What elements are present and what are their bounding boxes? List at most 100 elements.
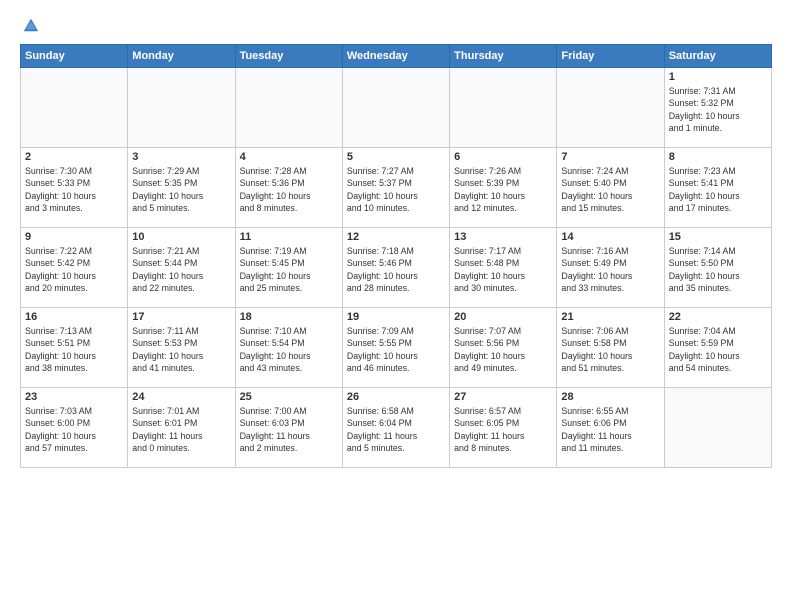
header [20,16,772,34]
day-info: Sunrise: 7:07 AM Sunset: 5:56 PM Dayligh… [454,325,552,374]
day-number: 28 [561,391,659,403]
page: SundayMondayTuesdayWednesdayThursdayFrid… [0,0,792,478]
day-number: 23 [25,391,123,403]
day-info: Sunrise: 7:13 AM Sunset: 5:51 PM Dayligh… [25,325,123,374]
day-number: 26 [347,391,445,403]
calendar-cell: 17 Sunrise: 7:11 AM Sunset: 5:53 PM Dayli… [128,308,235,388]
calendar-cell: 8 Sunrise: 7:23 AM Sunset: 5:41 PM Daylig… [664,148,771,228]
day-info: Sunrise: 6:58 AM Sunset: 6:04 PM Dayligh… [347,405,445,454]
day-info: Sunrise: 7:17 AM Sunset: 5:48 PM Dayligh… [454,245,552,294]
calendar-cell: 13 Sunrise: 7:17 AM Sunset: 5:48 PM Dayli… [450,228,557,308]
calendar-cell: 9 Sunrise: 7:22 AM Sunset: 5:42 PM Daylig… [21,228,128,308]
calendar-cell: 3Sunrise: 7:29 AM Sunset: 5:35 PM Daylig… [128,148,235,228]
day-number: 11 [240,231,338,243]
day-info: Sunrise: 7:03 AM Sunset: 6:00 PM Dayligh… [25,405,123,454]
day-info: Sunrise: 7:22 AM Sunset: 5:42 PM Dayligh… [25,245,123,294]
calendar-cell: 22 Sunrise: 7:04 AM Sunset: 5:59 PM Dayli… [664,308,771,388]
day-info: Sunrise: 7:30 AM Sunset: 5:33 PM Dayligh… [25,165,123,214]
calendar-cell: 26 Sunrise: 6:58 AM Sunset: 6:04 PM Dayli… [342,388,449,468]
calendar-cell: 25 Sunrise: 7:00 AM Sunset: 6:03 PM Dayli… [235,388,342,468]
day-number: 7 [561,151,659,163]
weekday-wednesday: Wednesday [342,45,449,68]
day-number: 16 [25,311,123,323]
calendar-cell [450,68,557,148]
day-number: 2 [25,151,123,163]
calendar-cell: 15 Sunrise: 7:14 AM Sunset: 5:50 PM Dayli… [664,228,771,308]
day-number: 17 [132,311,230,323]
day-info: Sunrise: 7:04 AM Sunset: 5:59 PM Dayligh… [669,325,767,374]
day-info: Sunrise: 7:21 AM Sunset: 5:44 PM Dayligh… [132,245,230,294]
calendar-cell: 6 Sunrise: 7:26 AM Sunset: 5:39 PM Daylig… [450,148,557,228]
logo [20,16,40,34]
calendar-cell [235,68,342,148]
day-info: Sunrise: 7:00 AM Sunset: 6:03 PM Dayligh… [240,405,338,454]
week-row-0: 1 Sunrise: 7:31 AM Sunset: 5:32 PM Daylig… [21,68,772,148]
day-info: Sunrise: 7:06 AM Sunset: 5:58 PM Dayligh… [561,325,659,374]
weekday-friday: Friday [557,45,664,68]
day-number: 15 [669,231,767,243]
day-number: 3 [132,151,230,163]
day-number: 14 [561,231,659,243]
day-number: 10 [132,231,230,243]
calendar-cell [664,388,771,468]
calendar-cell: 2 Sunrise: 7:30 AM Sunset: 5:33 PM Daylig… [21,148,128,228]
calendar-cell: 19Sunrise: 7:09 AM Sunset: 5:55 PM Dayli… [342,308,449,388]
calendar-cell [342,68,449,148]
week-row-2: 9 Sunrise: 7:22 AM Sunset: 5:42 PM Daylig… [21,228,772,308]
day-number: 1 [669,71,767,83]
day-info: Sunrise: 7:10 AM Sunset: 5:54 PM Dayligh… [240,325,338,374]
day-info: Sunrise: 7:11 AM Sunset: 5:53 PM Dayligh… [132,325,230,374]
calendar-cell: 18 Sunrise: 7:10 AM Sunset: 5:54 PM Dayli… [235,308,342,388]
day-number: 27 [454,391,552,403]
weekday-thursday: Thursday [450,45,557,68]
day-info: Sunrise: 6:55 AM Sunset: 6:06 PM Dayligh… [561,405,659,454]
day-number: 12 [347,231,445,243]
day-number: 25 [240,391,338,403]
day-info: Sunrise: 7:28 AM Sunset: 5:36 PM Dayligh… [240,165,338,214]
logo-icon [22,16,40,34]
calendar-cell: 11 Sunrise: 7:19 AM Sunset: 5:45 PM Dayli… [235,228,342,308]
day-number: 22 [669,311,767,323]
day-info: Sunrise: 7:27 AM Sunset: 5:37 PM Dayligh… [347,165,445,214]
calendar-cell [21,68,128,148]
day-info: Sunrise: 7:16 AM Sunset: 5:49 PM Dayligh… [561,245,659,294]
weekday-monday: Monday [128,45,235,68]
day-number: 20 [454,311,552,323]
day-number: 5 [347,151,445,163]
day-number: 4 [240,151,338,163]
day-info: Sunrise: 7:19 AM Sunset: 5:45 PM Dayligh… [240,245,338,294]
weekday-tuesday: Tuesday [235,45,342,68]
day-number: 8 [669,151,767,163]
calendar-cell: 21 Sunrise: 7:06 AM Sunset: 5:58 PM Dayli… [557,308,664,388]
day-info: Sunrise: 7:01 AM Sunset: 6:01 PM Dayligh… [132,405,230,454]
calendar-cell: 12 Sunrise: 7:18 AM Sunset: 5:46 PM Dayli… [342,228,449,308]
day-number: 6 [454,151,552,163]
calendar-cell: 1 Sunrise: 7:31 AM Sunset: 5:32 PM Daylig… [664,68,771,148]
calendar-cell: 16 Sunrise: 7:13 AM Sunset: 5:51 PM Dayli… [21,308,128,388]
calendar-cell: 4 Sunrise: 7:28 AM Sunset: 5:36 PM Daylig… [235,148,342,228]
day-info: Sunrise: 7:23 AM Sunset: 5:41 PM Dayligh… [669,165,767,214]
day-number: 18 [240,311,338,323]
day-info: Sunrise: 7:31 AM Sunset: 5:32 PM Dayligh… [669,85,767,134]
day-number: 13 [454,231,552,243]
calendar-cell: 24Sunrise: 7:01 AM Sunset: 6:01 PM Dayli… [128,388,235,468]
weekday-header-row: SundayMondayTuesdayWednesdayThursdayFrid… [21,45,772,68]
day-info: Sunrise: 7:18 AM Sunset: 5:46 PM Dayligh… [347,245,445,294]
week-row-1: 2 Sunrise: 7:30 AM Sunset: 5:33 PM Daylig… [21,148,772,228]
calendar-cell: 23 Sunrise: 7:03 AM Sunset: 6:00 PM Dayli… [21,388,128,468]
day-info: Sunrise: 7:26 AM Sunset: 5:39 PM Dayligh… [454,165,552,214]
weekday-sunday: Sunday [21,45,128,68]
week-row-4: 23 Sunrise: 7:03 AM Sunset: 6:00 PM Dayli… [21,388,772,468]
day-info: Sunrise: 6:57 AM Sunset: 6:05 PM Dayligh… [454,405,552,454]
calendar-cell [128,68,235,148]
calendar-cell [557,68,664,148]
week-row-3: 16 Sunrise: 7:13 AM Sunset: 5:51 PM Dayli… [21,308,772,388]
calendar-table: SundayMondayTuesdayWednesdayThursdayFrid… [20,44,772,468]
day-number: 9 [25,231,123,243]
day-number: 21 [561,311,659,323]
weekday-saturday: Saturday [664,45,771,68]
calendar-cell: 14 Sunrise: 7:16 AM Sunset: 5:49 PM Dayli… [557,228,664,308]
day-info: Sunrise: 7:14 AM Sunset: 5:50 PM Dayligh… [669,245,767,294]
calendar-cell: 27 Sunrise: 6:57 AM Sunset: 6:05 PM Dayli… [450,388,557,468]
calendar-cell: 10 Sunrise: 7:21 AM Sunset: 5:44 PM Dayli… [128,228,235,308]
